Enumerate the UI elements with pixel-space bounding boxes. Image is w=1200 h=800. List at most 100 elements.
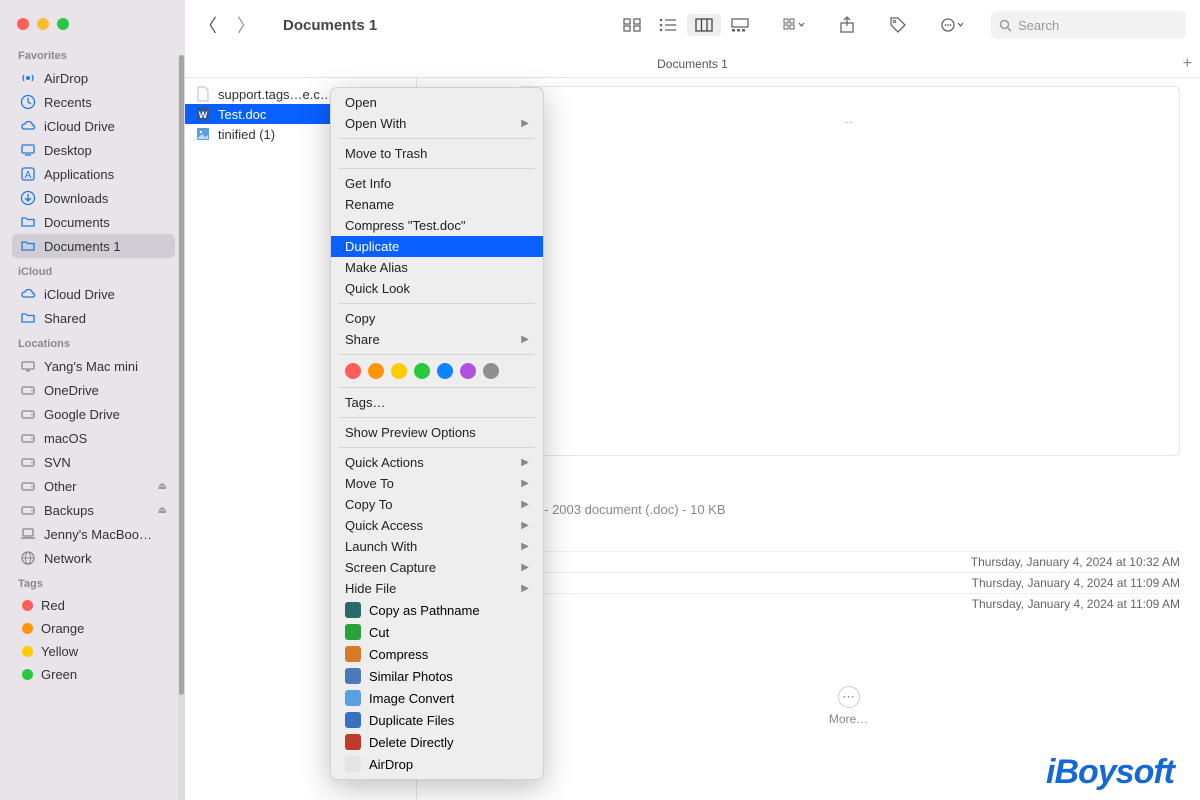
- sidebar-item-yang-s-mac-mini[interactable]: Yang's Mac mini: [12, 354, 175, 378]
- menu-item-open[interactable]: Open: [331, 92, 543, 113]
- app-icon: [345, 668, 361, 684]
- downloads-icon: [20, 190, 36, 206]
- file-name: Test.doc: [218, 107, 266, 122]
- menu-item-rename[interactable]: Rename: [331, 194, 543, 215]
- sidebar-item-label: Documents 1: [44, 239, 121, 254]
- menu-item-hide-file[interactable]: Hide File▶: [331, 578, 543, 599]
- add-tags-field[interactable]: d Tags…: [449, 652, 1180, 666]
- sidebar-item-onedrive[interactable]: OneDrive: [12, 378, 175, 402]
- doc-icon: [195, 86, 211, 102]
- tag-color-row: [331, 359, 543, 383]
- menu-item-tags-[interactable]: Tags…: [331, 392, 543, 413]
- menu-item-cut[interactable]: Cut: [331, 621, 543, 643]
- window-title: Documents 1: [283, 17, 377, 34]
- sidebar-item-jenny-s-macboo-[interactable]: Jenny's MacBoo…: [12, 522, 175, 546]
- sidebar-item-shared[interactable]: Shared: [12, 306, 175, 330]
- sidebar-item-macos[interactable]: macOS: [12, 426, 175, 450]
- menu-item-delete-directly[interactable]: Delete Directly: [331, 731, 543, 753]
- eject-icon[interactable]: ⏏: [158, 481, 167, 492]
- menu-item-copy[interactable]: Copy: [331, 308, 543, 329]
- share-button[interactable]: [831, 12, 863, 38]
- menu-item-launch-with[interactable]: Launch With▶: [331, 536, 543, 557]
- sidebar-scrollbar[interactable]: [178, 55, 185, 800]
- sidebar-item-applications[interactable]: AApplications: [12, 162, 175, 186]
- zoom-window-button[interactable]: [57, 18, 69, 30]
- search-placeholder: Search: [1018, 18, 1059, 33]
- menu-item-similar-photos[interactable]: Similar Photos: [331, 665, 543, 687]
- menu-item-quick-actions[interactable]: Quick Actions▶: [331, 452, 543, 473]
- menu-item-airdrop[interactable]: AirDrop: [331, 753, 543, 775]
- menu-item-label: Similar Photos: [369, 669, 453, 684]
- menu-item-compress[interactable]: Compress: [331, 643, 543, 665]
- back-button[interactable]: 〈: [199, 12, 217, 38]
- gallery-view-button[interactable]: [723, 14, 757, 36]
- tag-color-button[interactable]: [483, 363, 499, 379]
- menu-item-copy-as-pathname[interactable]: Copy as Pathname: [331, 599, 543, 621]
- image-icon: [195, 126, 211, 142]
- icon-view-button[interactable]: [615, 14, 649, 36]
- close-window-button[interactable]: [17, 18, 29, 30]
- menu-item-screen-capture[interactable]: Screen Capture▶: [331, 557, 543, 578]
- menu-item-label: AirDrop: [369, 757, 413, 772]
- forward-button[interactable]: 〉: [237, 12, 255, 38]
- menu-item-get-info[interactable]: Get Info: [331, 173, 543, 194]
- eject-icon[interactable]: ⏏: [158, 505, 167, 516]
- sidebar-item-icloud-drive[interactable]: iCloud Drive: [12, 114, 175, 138]
- sidebar-item-label: Yang's Mac mini: [44, 359, 138, 374]
- group-button[interactable]: [775, 14, 813, 36]
- tag-color-button[interactable]: [414, 363, 430, 379]
- sidebar-item-backups[interactable]: Backups⏏: [12, 498, 175, 522]
- tag-color-button[interactable]: [368, 363, 384, 379]
- action-button[interactable]: [933, 14, 973, 36]
- search-input[interactable]: Search: [991, 11, 1186, 39]
- menu-item-move-to-trash[interactable]: Move to Trash: [331, 143, 543, 164]
- sidebar-item-documents-1[interactable]: Documents 1: [12, 234, 175, 258]
- tag-color-button[interactable]: [391, 363, 407, 379]
- cloud-icon: [20, 286, 36, 302]
- info-value: Thursday, January 4, 2024 at 11:09 AM: [972, 576, 1180, 590]
- app-icon: [345, 602, 361, 618]
- menu-item-quick-access[interactable]: Quick Access▶: [331, 515, 543, 536]
- sidebar-item-other[interactable]: Other⏏: [12, 474, 175, 498]
- column-view-button[interactable]: [687, 14, 721, 36]
- sidebar-item-downloads[interactable]: Downloads: [12, 186, 175, 210]
- menu-item-copy-to[interactable]: Copy To▶: [331, 494, 543, 515]
- sidebar-item-svn[interactable]: SVN: [12, 450, 175, 474]
- sidebar-item-documents[interactable]: Documents: [12, 210, 175, 234]
- path-bar-title[interactable]: Documents 1: [657, 57, 728, 71]
- sidebar-item-recents[interactable]: Recents: [12, 90, 175, 114]
- menu-item-label: Get Info: [345, 176, 391, 191]
- menu-item-image-convert[interactable]: Image Convert: [331, 687, 543, 709]
- sidebar-item-red[interactable]: Red: [12, 594, 175, 617]
- menu-item-show-preview-options[interactable]: Show Preview Options: [331, 422, 543, 443]
- new-tab-button[interactable]: +: [1183, 55, 1192, 73]
- sidebar-item-icloud-drive[interactable]: iCloud Drive: [12, 282, 175, 306]
- sidebar-item-network[interactable]: Network: [12, 546, 175, 570]
- sidebar-item-desktop[interactable]: Desktop: [12, 138, 175, 162]
- more-button[interactable]: ⋯ More…: [829, 686, 868, 726]
- section-header-icloud: iCloud: [18, 266, 175, 278]
- menu-item-move-to[interactable]: Move To▶: [331, 473, 543, 494]
- minimize-window-button[interactable]: [37, 18, 49, 30]
- tag-color-button[interactable]: [345, 363, 361, 379]
- list-view-button[interactable]: [651, 14, 685, 36]
- menu-item-make-alias[interactable]: Make Alias: [331, 257, 543, 278]
- menu-item-duplicate-files[interactable]: Duplicate Files: [331, 709, 543, 731]
- tags-button[interactable]: [881, 12, 915, 38]
- menu-item-open-with[interactable]: Open With▶: [331, 113, 543, 134]
- menu-item-quick-look[interactable]: Quick Look: [331, 278, 543, 299]
- menu-item-compress-test-doc-[interactable]: Compress "Test.doc": [331, 215, 543, 236]
- menu-item-label: Copy as Pathname: [369, 603, 480, 618]
- sidebar-item-yellow[interactable]: Yellow: [12, 640, 175, 663]
- sidebar-item-airdrop[interactable]: AirDrop: [12, 66, 175, 90]
- sidebar-item-google-drive[interactable]: Google Drive: [12, 402, 175, 426]
- menu-item-label: Delete Directly: [369, 735, 454, 750]
- menu-item-share[interactable]: Share▶: [331, 329, 543, 350]
- menu-item-duplicate[interactable]: Duplicate: [331, 236, 543, 257]
- menu-item-label: Cut: [369, 625, 389, 640]
- sidebar-item-orange[interactable]: Orange: [12, 617, 175, 640]
- tag-color-button[interactable]: [460, 363, 476, 379]
- sidebar-item-green[interactable]: Green: [12, 663, 175, 686]
- tag-color-button[interactable]: [437, 363, 453, 379]
- sidebar-item-label: Red: [41, 598, 65, 613]
